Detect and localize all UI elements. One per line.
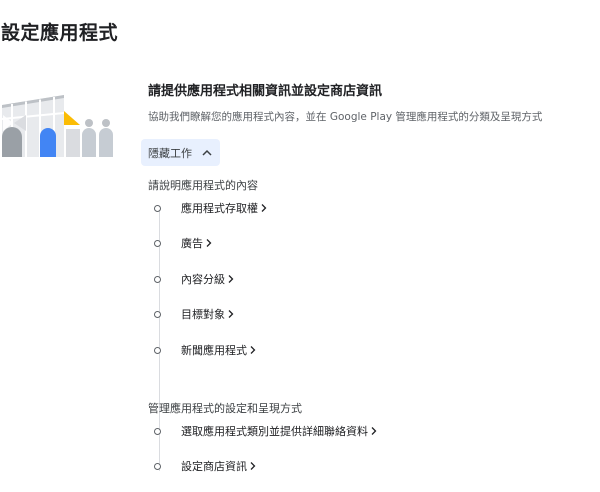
group-heading-app-content: 請說明應用程式的內容	[148, 179, 258, 192]
task-store-listing[interactable]: 設定商店資訊	[154, 459, 257, 473]
task-status-dot	[154, 346, 161, 354]
task-label: 目標對象	[181, 308, 225, 321]
task-ads[interactable]: 廣告	[154, 236, 213, 250]
task-target-audience[interactable]: 目標對象	[154, 307, 235, 321]
task-app-category-contact[interactable]: 選取應用程式類別並提供詳細聯絡資料	[154, 424, 378, 438]
task-status-dot	[154, 204, 161, 212]
task-label: 新聞應用程式	[181, 344, 247, 357]
task-content-rating[interactable]: 內容分級	[154, 272, 235, 286]
task-app-access[interactable]: 應用程式存取權	[154, 201, 268, 215]
task-news-app[interactable]: 新聞應用程式	[154, 343, 257, 357]
chevron-right-icon	[371, 427, 377, 435]
chevron-right-icon	[250, 462, 256, 470]
chevron-right-icon	[228, 310, 234, 318]
task-status-dot	[154, 427, 161, 435]
group-heading-manage-presentation: 管理應用程式的設定和呈現方式	[148, 402, 302, 415]
task-label: 選取應用程式類別並提供詳細聯絡資料	[181, 425, 368, 438]
setup-section-subtitle: 協助我們瞭解您的應用程式內容，並在 Google Play 管理應用程式的分類及…	[148, 111, 543, 123]
setup-illustration	[1, 95, 113, 157]
chevron-up-icon	[202, 149, 212, 156]
chevron-right-icon	[261, 204, 267, 212]
task-status-dot	[154, 275, 161, 283]
chevron-right-icon	[228, 275, 234, 283]
hide-tasks-button[interactable]: 隱藏工作	[141, 139, 220, 166]
task-label: 設定商店資訊	[181, 460, 247, 473]
setup-section-title: 請提供應用程式相關資訊並設定商店資訊	[148, 84, 383, 99]
task-status-dot	[154, 310, 161, 318]
chevron-right-icon	[250, 346, 256, 354]
task-label: 應用程式存取權	[181, 202, 258, 215]
task-status-dot	[154, 239, 161, 247]
task-status-dot	[154, 462, 161, 470]
task-label: 內容分級	[181, 273, 225, 286]
chevron-right-icon	[206, 239, 212, 247]
task-label: 廣告	[181, 237, 203, 250]
hide-tasks-label: 隱藏工作	[148, 146, 192, 160]
page-title: 設定應用程式	[1, 22, 119, 44]
